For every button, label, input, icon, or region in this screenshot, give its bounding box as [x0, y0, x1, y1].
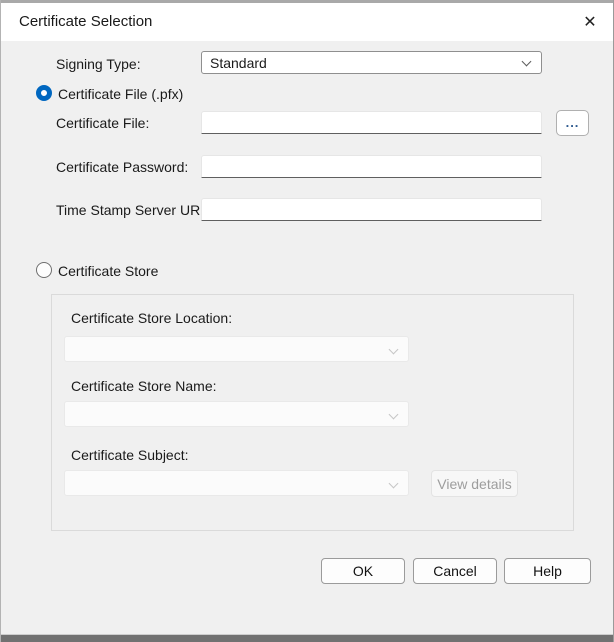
chevron-down-icon	[389, 410, 399, 420]
timestamp-server-url-input[interactable]	[201, 198, 542, 221]
certificate-store-name-label: Certificate Store Name:	[71, 378, 217, 394]
view-details-button: View details	[431, 470, 518, 497]
close-icon: ✕	[583, 14, 596, 31]
title-bar[interactable]: Certificate Selection ✕	[1, 3, 613, 41]
chevron-down-icon	[389, 345, 399, 355]
timestamp-server-url-label: Time Stamp Server URL:	[56, 202, 212, 218]
close-button[interactable]: ✕	[577, 10, 603, 36]
certificate-store-radio[interactable]	[36, 262, 52, 278]
signing-type-dropdown[interactable]: Standard	[201, 51, 542, 74]
certificate-password-input[interactable]	[201, 155, 542, 178]
help-button[interactable]: Help	[504, 558, 591, 584]
ellipsis-icon: ...	[566, 115, 580, 130]
certificate-file-input[interactable]	[201, 111, 542, 134]
dialog-title: Certificate Selection	[19, 13, 152, 30]
certificate-password-label: Certificate Password:	[56, 159, 188, 175]
certificate-store-name-dropdown	[64, 401, 409, 427]
certificate-subject-dropdown	[64, 470, 409, 496]
view-details-label: View details	[437, 476, 511, 492]
window-bottom-edge	[1, 634, 613, 642]
certificate-store-location-dropdown	[64, 336, 409, 362]
certificate-file-radio-label: Certificate File (.pfx)	[58, 86, 183, 102]
certificate-store-location-label: Certificate Store Location:	[71, 310, 232, 326]
certificate-selection-dialog: Certificate Selection ✕ Signing Type: St…	[0, 0, 614, 642]
chevron-down-icon	[389, 479, 399, 489]
ok-button[interactable]: OK	[321, 558, 405, 584]
certificate-file-radio[interactable]	[36, 85, 52, 101]
ok-label: OK	[353, 563, 373, 579]
cancel-label: Cancel	[433, 563, 477, 579]
signing-type-label: Signing Type:	[56, 56, 141, 72]
certificate-file-label: Certificate File:	[56, 115, 149, 131]
certificate-store-radio-label: Certificate Store	[58, 263, 158, 279]
cancel-button[interactable]: Cancel	[413, 558, 497, 584]
help-label: Help	[533, 563, 562, 579]
signing-type-value: Standard	[210, 55, 267, 71]
browse-button[interactable]: ...	[556, 110, 589, 136]
certificate-subject-label: Certificate Subject:	[71, 447, 189, 463]
chevron-down-icon	[522, 57, 532, 67]
